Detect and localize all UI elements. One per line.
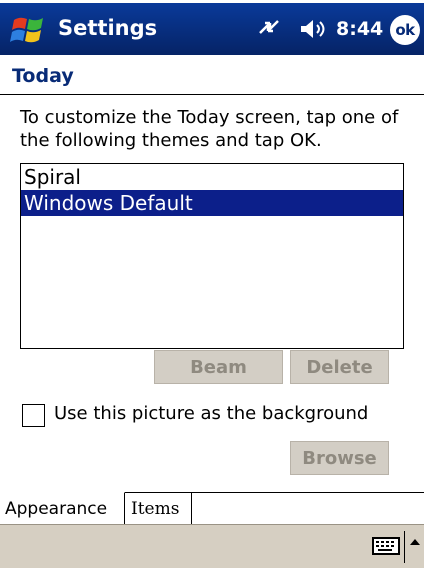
instructions-text: To customize the Today screen, tap one o…	[20, 107, 399, 151]
chevron-up-icon[interactable]	[409, 537, 421, 547]
windows-flag-icon[interactable]	[8, 12, 52, 48]
connectivity-arrows-icon[interactable]	[256, 15, 282, 41]
app-title: Settings	[58, 16, 158, 40]
beam-button[interactable]: Beam	[154, 350, 283, 384]
background-checkbox[interactable]	[22, 404, 45, 427]
ok-button[interactable]: ok	[390, 15, 420, 45]
page-title: Today	[12, 65, 74, 87]
clock[interactable]: 8:44	[336, 18, 383, 40]
theme-list[interactable]: Spiral Windows Default	[20, 163, 404, 349]
tab-bar: Appearance Items	[0, 492, 424, 525]
tab-items[interactable]: Items	[126, 492, 192, 524]
speaker-icon[interactable]	[298, 17, 332, 41]
sip-divider	[404, 531, 405, 563]
browse-button[interactable]: Browse	[290, 441, 389, 475]
page-header: Today	[0, 55, 424, 95]
tab-appearance[interactable]: Appearance	[0, 492, 125, 524]
theme-item-windows-default[interactable]: Windows Default	[21, 190, 403, 216]
menu-bar	[0, 524, 424, 568]
title-bar: Settings 8:44 ok	[0, 3, 424, 55]
background-checkbox-label[interactable]: Use this picture as the background	[54, 403, 368, 424]
theme-item-spiral[interactable]: Spiral	[21, 164, 403, 190]
keyboard-icon[interactable]	[372, 536, 400, 556]
delete-button[interactable]: Delete	[290, 350, 389, 384]
